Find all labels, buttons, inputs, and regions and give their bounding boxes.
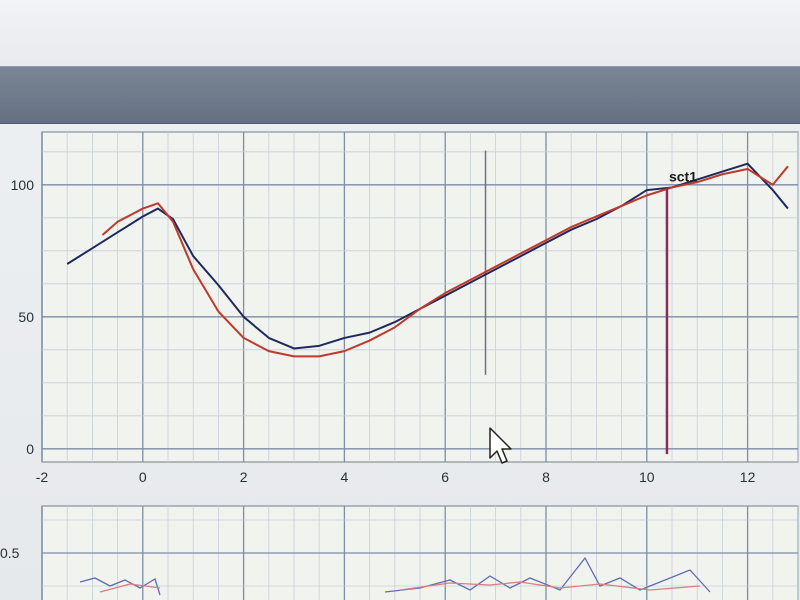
x-tick-label: 10	[639, 469, 655, 485]
x-tick-label: 0	[139, 469, 147, 485]
secondary-grid	[41, 506, 799, 600]
x-tick-label: 12	[740, 469, 756, 485]
x-tick-label: 8	[542, 469, 550, 485]
y-tick-label: 50	[18, 309, 34, 325]
main-x-tick-labels: -2 0 2 4 6 8 10 12	[36, 469, 756, 485]
x-tick-label: 4	[341, 469, 349, 485]
x-tick-label: -2	[36, 469, 49, 485]
chart-area[interactable]: 050100 -2 0 2 4 6 8 10 12 sct1 0.5	[0, 0, 800, 600]
main-y-tick-labels: 0 50 100	[11, 177, 35, 457]
x-tick-label: 2	[240, 469, 248, 485]
y-tick-label: 0	[26, 441, 34, 457]
y-tick-label: 100	[11, 177, 35, 193]
marker-sct1-label: sct1	[669, 168, 697, 184]
screen: 0 50 100 -2 0 2 4 6 8 10 12 sct1 0.5	[0, 0, 800, 600]
x-tick-label: 6	[441, 469, 449, 485]
secondary-y-tick-label: 0.5	[0, 545, 20, 561]
